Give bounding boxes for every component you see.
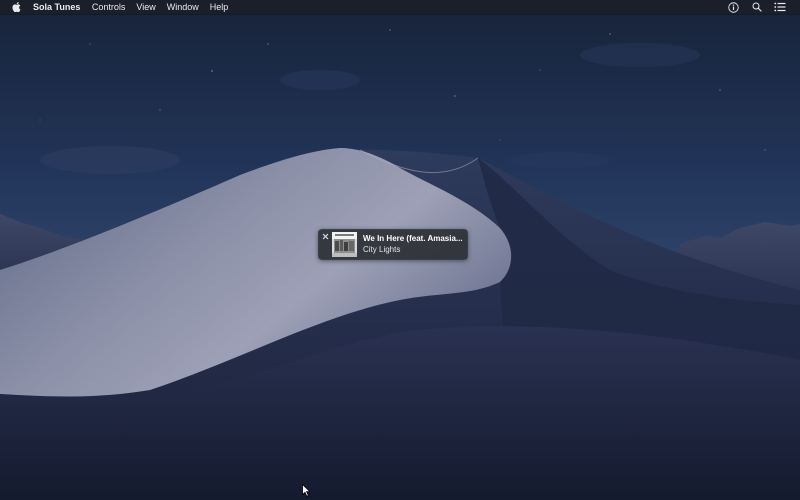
list-icon[interactable] [773, 0, 787, 14]
album-artwork-icon[interactable] [332, 232, 357, 257]
menu-view[interactable]: View [131, 0, 161, 14]
mouse-cursor-icon [302, 483, 311, 497]
track-artist: City Lights [363, 245, 401, 254]
apple-logo-icon[interactable] [11, 1, 22, 13]
menu-window[interactable]: Window [161, 0, 204, 14]
menu-app-name[interactable]: Sola Tunes [33, 0, 86, 14]
close-icon[interactable] [320, 231, 330, 241]
info-circle-icon[interactable] [726, 0, 740, 14]
search-icon[interactable] [750, 0, 764, 14]
menu-bar: Sola Tunes Controls View Window Help [0, 0, 800, 14]
menu-help[interactable]: Help [204, 0, 234, 14]
track-title: We In Here (feat. Amasia... [363, 234, 463, 243]
menu-bar-status-area [726, 0, 800, 14]
menu-controls[interactable]: Controls [86, 0, 131, 14]
track-info: We In Here (feat. Amasia... City Lights [363, 234, 465, 255]
mini-player[interactable]: We In Here (feat. Amasia... City Lights [318, 229, 468, 260]
